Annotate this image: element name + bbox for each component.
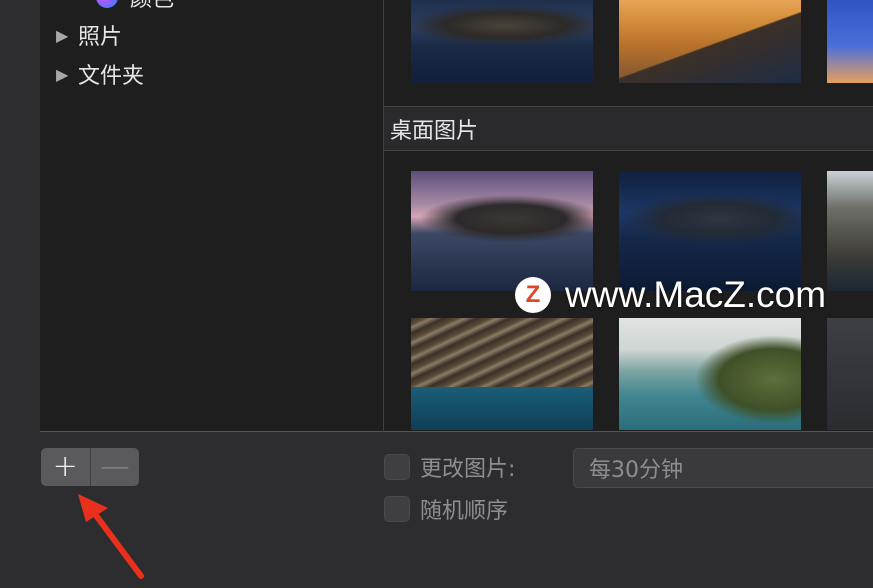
change-picture-label: 更改图片:: [420, 457, 516, 482]
wallpaper-thumbnail[interactable]: [411, 318, 593, 430]
wallpaper-thumbnail[interactable]: [411, 0, 593, 83]
source-list[interactable]: 颜色 ▶ 照片 ▶ 文件夹: [40, 0, 384, 432]
sidebar-item-photos[interactable]: ▶ 照片: [56, 20, 122, 50]
change-picture-checkbox[interactable]: [384, 454, 410, 480]
desktop-preferences-window: 颜色 ▶ 照片 ▶ 文件夹 桌面图片 Z www.MacZ.com + — 更改: [0, 0, 873, 588]
disclosure-triangle-icon[interactable]: ▶: [56, 65, 78, 84]
wallpaper-thumbnail[interactable]: [619, 318, 801, 430]
colors-icon: [96, 0, 118, 8]
wallpaper-thumbnail[interactable]: [827, 171, 873, 291]
disclosure-triangle-icon[interactable]: ▶: [56, 26, 78, 45]
change-picture-option[interactable]: 更改图片:: [384, 452, 515, 482]
wallpaper-thumbnail[interactable]: [827, 0, 873, 83]
random-order-checkbox[interactable]: [384, 496, 410, 522]
random-order-option[interactable]: 随机顺序: [384, 494, 508, 524]
add-remove-control: + —: [41, 448, 139, 486]
sidebar-item-folders[interactable]: ▶ 文件夹: [56, 59, 144, 89]
add-folder-button[interactable]: +: [41, 448, 91, 486]
sidebar-item-label: 文件夹: [78, 64, 145, 89]
sidebar-item-label: 照片: [78, 25, 123, 50]
watermark-text: www.MacZ.com: [565, 274, 827, 315]
interval-popup[interactable]: 每30分钟: [573, 448, 873, 488]
sidebar-item-label: 颜色: [130, 0, 174, 13]
random-order-label: 随机顺序: [420, 499, 509, 524]
watermark-logo-icon: Z: [515, 277, 551, 313]
wallpaper-thumbnail[interactable]: [827, 318, 873, 430]
interval-value: 每30分钟: [589, 458, 683, 483]
watermark: Z www.MacZ.com: [515, 272, 826, 318]
remove-folder-button[interactable]: —: [91, 448, 140, 486]
section-header: 桌面图片: [384, 106, 873, 151]
wallpaper-thumbnail[interactable]: [619, 0, 801, 83]
section-title: 桌面图片: [390, 118, 479, 144]
sidebar-item-colors[interactable]: 颜色: [96, 0, 174, 12]
